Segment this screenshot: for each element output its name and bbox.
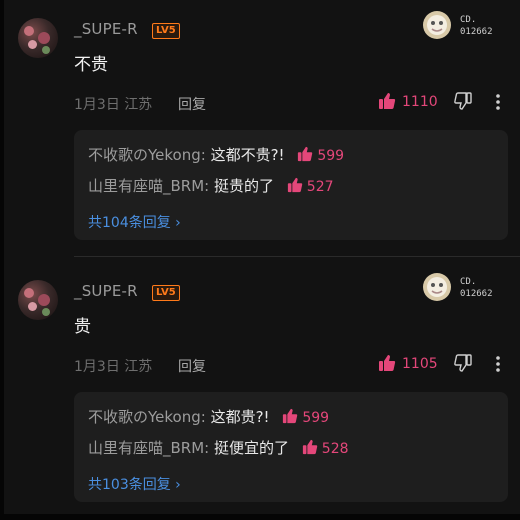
reply-button[interactable]: 回复 bbox=[178, 356, 206, 376]
level-badge: LV5 bbox=[152, 23, 180, 39]
thumbs-up-icon bbox=[287, 177, 303, 193]
level-badge: LV5 bbox=[152, 285, 180, 301]
view-more-replies-link[interactable]: 共103条回复 › bbox=[88, 474, 181, 494]
sub-reply-likes: 599 bbox=[317, 148, 345, 164]
medal-text: CD. 012662 bbox=[460, 14, 493, 38]
sub-reply[interactable]: 不收歌のYekong: 这都贵?! 599 bbox=[88, 406, 329, 427]
thumbs-up-icon[interactable] bbox=[378, 354, 396, 372]
app-frame: _SUPE-R LV5 CD. 012662 不贵 1月3日 江苏 回复 111… bbox=[0, 0, 520, 520]
medal-text: CD. 012662 bbox=[460, 276, 493, 300]
more-vertical-icon[interactable] bbox=[492, 354, 504, 374]
comment-content: 贵 bbox=[74, 317, 91, 337]
avatar[interactable] bbox=[18, 18, 58, 58]
comment-divider bbox=[74, 256, 520, 257]
like-count: 1105 bbox=[402, 356, 438, 372]
like-count: 1110 bbox=[402, 94, 438, 110]
view-more-replies-link[interactable]: 共104条回复 › bbox=[88, 212, 181, 232]
comment-location: 江苏 bbox=[124, 359, 153, 375]
comment-date: 1月3日 bbox=[74, 359, 120, 375]
thumbs-up-icon bbox=[283, 408, 298, 424]
medal-line: CD. 012662 bbox=[460, 15, 493, 37]
fan-medal-icon bbox=[423, 11, 451, 39]
comment-content: 不贵 bbox=[74, 55, 108, 75]
sub-reply-author[interactable]: 不收歌のYekong: bbox=[88, 146, 206, 164]
medal-line: CD. 012662 bbox=[460, 277, 493, 299]
sub-reply[interactable]: 山里有座喵_BRM: 挺便宜的了 528 bbox=[88, 437, 349, 458]
sub-reply[interactable]: 山里有座喵_BRM: 挺贵的了 527 bbox=[88, 175, 334, 196]
thumbs-up-icon bbox=[298, 146, 313, 162]
sub-reply[interactable]: 不收歌のYekong: 这都不贵?! 599 bbox=[88, 144, 344, 165]
thumbs-down-icon[interactable] bbox=[454, 92, 472, 110]
sub-reply-text: 挺便宜的了 bbox=[209, 439, 289, 457]
sub-replies-box: 不收歌のYekong: 这都不贵?! 599 山里有座喵_BRM: 挺贵的了 5… bbox=[74, 130, 508, 240]
sub-reply-text: 这都贵?! bbox=[205, 408, 270, 426]
thumbs-down-icon[interactable] bbox=[454, 354, 472, 372]
fan-medal-icon bbox=[423, 273, 451, 301]
comment-meta: 1月3日 江苏 bbox=[74, 356, 152, 376]
sub-reply-likes: 527 bbox=[306, 179, 334, 195]
sub-reply-author[interactable]: 山里有座喵_BRM: bbox=[88, 177, 209, 195]
username[interactable]: _SUPE-R bbox=[74, 20, 138, 38]
thumbs-up-icon bbox=[302, 439, 318, 455]
sub-reply-text: 挺贵的了 bbox=[209, 177, 274, 195]
comment-date: 1月3日 bbox=[74, 97, 120, 113]
more-vertical-icon[interactable] bbox=[492, 92, 504, 112]
thumbs-up-icon[interactable] bbox=[378, 92, 396, 110]
sub-reply-likes: 528 bbox=[321, 441, 349, 457]
sub-reply-text: 这都不贵?! bbox=[205, 146, 285, 164]
username[interactable]: _SUPE-R bbox=[74, 282, 138, 300]
sub-replies-box: 不收歌のYekong: 这都贵?! 599 山里有座喵_BRM: 挺便宜的了 5… bbox=[74, 392, 508, 502]
avatar[interactable] bbox=[18, 280, 58, 320]
comment-location: 江苏 bbox=[124, 97, 153, 113]
sub-reply-likes: 599 bbox=[302, 410, 330, 426]
sub-reply-author[interactable]: 不收歌のYekong: bbox=[88, 408, 206, 426]
reply-button[interactable]: 回复 bbox=[178, 94, 206, 114]
comment-meta: 1月3日 江苏 bbox=[74, 94, 152, 114]
sub-reply-author[interactable]: 山里有座喵_BRM: bbox=[88, 439, 209, 457]
